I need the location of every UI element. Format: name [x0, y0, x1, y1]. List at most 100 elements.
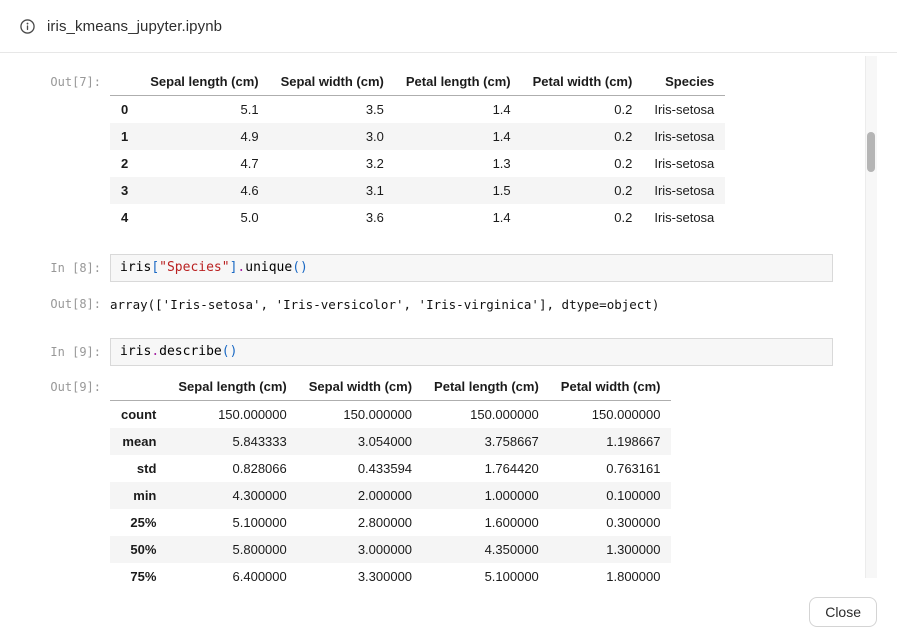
- code-token: .: [151, 344, 159, 359]
- iris-describe-table: Sepal length (cm)Sepal width (cm)Petal l…: [110, 373, 671, 583]
- table-cell: 0.300000: [550, 509, 672, 536]
- table-cell: 0.2: [522, 204, 644, 231]
- cell-out9: Out[9]: Sepal length (cm)Sepal width (cm…: [0, 373, 866, 583]
- table-cell: 4.6: [139, 177, 269, 204]
- out-prompt: Out[8]:: [0, 290, 110, 311]
- scrollbar-thumb[interactable]: [867, 132, 875, 172]
- row-index: std: [110, 455, 167, 482]
- row-index: 3: [110, 177, 139, 204]
- table-row: 24.73.21.30.2Iris-setosa: [110, 150, 725, 177]
- table-cell: 4.300000: [167, 482, 297, 509]
- table-cell: Iris-setosa: [643, 204, 725, 231]
- code-token: iris: [120, 344, 151, 359]
- notebook-preview: Out[7]: Sepal length (cm)Sepal width (cm…: [0, 53, 866, 583]
- table-row: mean5.8433333.0540003.7586671.198667: [110, 428, 671, 455]
- column-header: Species: [643, 68, 725, 96]
- out-prompt: Out[9]:: [0, 373, 110, 394]
- table-cell: 4.9: [139, 123, 269, 150]
- cell-out8: Out[8]: array(['Iris-setosa', 'Iris-vers…: [0, 290, 866, 313]
- code-token: unique: [245, 260, 292, 275]
- table-cell: 1.198667: [550, 428, 672, 455]
- table-cell: 0.2: [522, 150, 644, 177]
- dialog-footer: Close: [809, 597, 877, 627]
- header-row: Sepal length (cm)Sepal width (cm)Petal l…: [110, 68, 725, 96]
- in-prompt: In [9]:: [0, 338, 110, 359]
- table-cell: 1.600000: [423, 509, 550, 536]
- column-header: Sepal length (cm): [139, 68, 269, 96]
- code-token: [: [151, 260, 159, 275]
- cell-in8: In [8]: iris["Species"].unique(): [0, 254, 866, 282]
- table-cell: 3.758667: [423, 428, 550, 455]
- table-cell: 3.054000: [298, 428, 423, 455]
- row-index: 4: [110, 204, 139, 231]
- table-cell: 150.000000: [550, 401, 672, 429]
- row-index: 1: [110, 123, 139, 150]
- close-button[interactable]: Close: [809, 597, 877, 627]
- row-index: mean: [110, 428, 167, 455]
- table-row: std0.8280660.4335941.7644200.763161: [110, 455, 671, 482]
- row-index: count: [110, 401, 167, 429]
- code-token: "Species": [159, 260, 229, 275]
- code-token: iris: [120, 260, 151, 275]
- table-cell: 1.000000: [423, 482, 550, 509]
- in-prompt: In [8]:: [0, 254, 110, 275]
- table-cell: 3.300000: [298, 563, 423, 583]
- iris-head-table: Sepal length (cm)Sepal width (cm)Petal l…: [110, 68, 725, 231]
- table-row: count150.000000150.000000150.000000150.0…: [110, 401, 671, 429]
- table-cell: 150.000000: [298, 401, 423, 429]
- table-cell: 0.100000: [550, 482, 672, 509]
- table-row: 34.63.11.50.2Iris-setosa: [110, 177, 725, 204]
- column-header: Petal length (cm): [395, 68, 522, 96]
- table-cell: 1.4: [395, 123, 522, 150]
- table-cell: 1.4: [395, 204, 522, 231]
- code-token: (: [222, 344, 230, 359]
- table-cell: 0.828066: [167, 455, 297, 482]
- info-icon: [20, 19, 35, 34]
- table-cell: 5.100000: [423, 563, 550, 583]
- table-row: 25%5.1000002.8000001.6000000.300000: [110, 509, 671, 536]
- table-row: 50%5.8000003.0000004.3500001.300000: [110, 536, 671, 563]
- dialog-header: iris_kmeans_jupyter.ipynb: [0, 0, 897, 53]
- table-cell: 1.4: [395, 96, 522, 124]
- column-header: Sepal width (cm): [298, 373, 423, 401]
- column-header: [110, 68, 139, 96]
- table-cell: 1.300000: [550, 536, 672, 563]
- table-cell: 3.6: [270, 204, 395, 231]
- array-output: array(['Iris-setosa', 'Iris-versicolor',…: [110, 290, 659, 313]
- column-header: Sepal width (cm): [270, 68, 395, 96]
- table-cell: 150.000000: [423, 401, 550, 429]
- code-input: iris["Species"].unique(): [110, 254, 833, 282]
- table-cell: 0.2: [522, 177, 644, 204]
- table-cell: 4.7: [139, 150, 269, 177]
- table-cell: Iris-setosa: [643, 177, 725, 204]
- row-index: 50%: [110, 536, 167, 563]
- code-input: iris.describe(): [110, 338, 833, 366]
- table-cell: 0.433594: [298, 455, 423, 482]
- table-cell: 1.800000: [550, 563, 672, 583]
- row-index: 75%: [110, 563, 167, 583]
- cell-in9: In [9]: iris.describe(): [0, 338, 866, 366]
- table-cell: 1.5: [395, 177, 522, 204]
- table-cell: 150.000000: [167, 401, 297, 429]
- table-cell: 0.2: [522, 123, 644, 150]
- table-cell: Iris-setosa: [643, 123, 725, 150]
- table-cell: 1.3: [395, 150, 522, 177]
- table-cell: 3.000000: [298, 536, 423, 563]
- table-row: 05.13.51.40.2Iris-setosa: [110, 96, 725, 124]
- table-cell: 2.800000: [298, 509, 423, 536]
- code-token: ): [230, 344, 238, 359]
- row-index: 2: [110, 150, 139, 177]
- code-token: describe: [159, 344, 222, 359]
- code-token: ): [300, 260, 308, 275]
- code-token: (: [292, 260, 300, 275]
- table-cell: 3.5: [270, 96, 395, 124]
- row-index: min: [110, 482, 167, 509]
- table-cell: 0.2: [522, 96, 644, 124]
- column-header: [110, 373, 167, 401]
- table-row: 14.93.01.40.2Iris-setosa: [110, 123, 725, 150]
- table-cell: 4.350000: [423, 536, 550, 563]
- row-index: 25%: [110, 509, 167, 536]
- table-cell: 5.1: [139, 96, 269, 124]
- out-prompt: Out[7]:: [0, 68, 110, 89]
- table-cell: Iris-setosa: [643, 96, 725, 124]
